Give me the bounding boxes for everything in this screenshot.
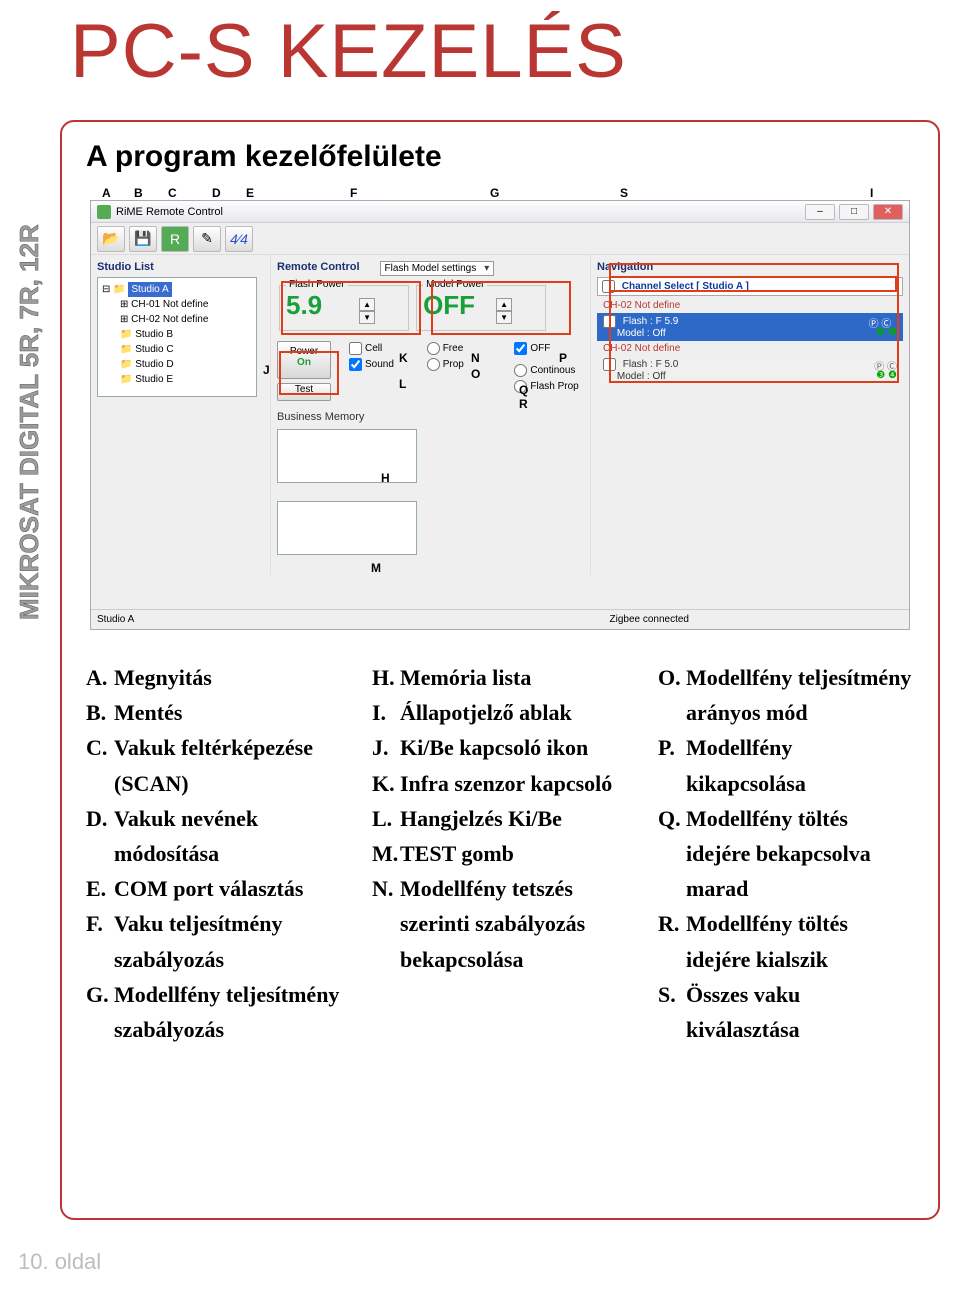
test-button[interactable]: Test <box>277 383 331 401</box>
window-minimize-button[interactable]: – <box>805 204 835 220</box>
channel-select-header[interactable]: Channel Select [ Studio A ] <box>597 277 903 296</box>
annot-O-letter: O <box>471 367 480 381</box>
sound-checkbox[interactable] <box>349 358 362 371</box>
business-memory-box[interactable] <box>277 429 417 483</box>
annot-H-letter: H <box>381 471 390 485</box>
annot-E: E <box>246 186 254 200</box>
studio-a-item[interactable]: Studio A <box>128 282 171 297</box>
annot-D: D <box>212 186 221 200</box>
nav-row-selected[interactable]: Flash : F 5.9 Model : Off Ⓟ Ⓒ ❸ ❹ <box>597 313 903 341</box>
annot-R-letter: R <box>519 397 528 411</box>
nav-row4-checkbox[interactable] <box>603 358 616 371</box>
window-title: RiME Remote Control <box>116 206 805 218</box>
off-label: OFF <box>530 343 550 354</box>
flash-model-settings-dd[interactable]: Flash Model settings <box>380 261 495 276</box>
navigation-panel: Navigation Channel Select [ Studio A ] C… <box>591 255 909 575</box>
annot-M-letter: M <box>371 561 381 575</box>
remote-control-panel: Remote Control Flash Model settings Flas… <box>271 255 591 575</box>
power-button[interactable]: PowerOn <box>277 341 331 379</box>
business-memory-label: Business Memory <box>277 411 584 423</box>
studio-c[interactable]: Studio C <box>102 342 252 357</box>
studio-tree[interactable]: ⊟ 📁 Studio A ⊞ CH-01 Not define ⊞ CH-02 … <box>97 277 257 397</box>
side-model-label: MIKROSAT DIGITAL 5R, 7R, 12R <box>14 224 45 620</box>
annot-Q-letter: Q <box>519 383 528 397</box>
window-titlebar: RiME Remote Control – □ ✕ <box>91 201 909 223</box>
model-power-label: Model Power <box>423 279 487 290</box>
content-frame: A program kezelőfelülete A B C D E F G S… <box>60 120 940 1220</box>
save-button[interactable]: 💾 <box>129 226 157 252</box>
studio-e[interactable]: Studio E <box>102 372 252 387</box>
subtitle: A program kezelőfelülete <box>86 140 914 174</box>
flash-power-value: 5.9 <box>286 290 356 321</box>
nav-row-1[interactable]: CH-02 Not define <box>597 298 903 313</box>
cell-label: Cell <box>365 343 382 354</box>
continous-radio[interactable] <box>514 364 527 377</box>
nav-row-checkbox[interactable] <box>603 315 616 328</box>
statusbar: Studio A Zigbee connected <box>91 609 909 629</box>
prop-label: Prop <box>443 359 464 370</box>
cell-checkbox[interactable] <box>349 342 362 355</box>
status-studio: Studio A <box>91 614 271 625</box>
annot-G: G <box>490 186 499 200</box>
flash-power-label: Flash Power <box>286 279 348 290</box>
legend-col-3: O.Modellfény teljesítmény arányos mód P.… <box>658 660 914 1047</box>
page-number: 10. oldal <box>18 1249 101 1275</box>
window-close-button[interactable]: ✕ <box>873 204 903 220</box>
select-all-checkbox[interactable] <box>602 280 615 293</box>
legend-col-2: H.Memória lista I.Állapotjelző ablak J.K… <box>372 660 628 1047</box>
free-label: Free <box>443 343 464 354</box>
scan-button[interactable]: R <box>161 226 189 252</box>
model-power-value: OFF <box>423 290 493 321</box>
studio-d[interactable]: Studio D <box>102 357 252 372</box>
legend-col-1: A.Megnyitás B.Mentés C.Vakuk feltérképez… <box>86 660 342 1047</box>
annot-J-letter: J <box>263 363 270 377</box>
sound-label: Sound <box>365 359 394 370</box>
business-memory-box-2[interactable] <box>277 501 417 555</box>
continous-label: Continous <box>530 365 575 376</box>
remote-control-label: Remote Control <box>277 261 360 273</box>
annot-I: I <box>870 186 873 200</box>
open-button[interactable]: 📂 <box>97 226 125 252</box>
status-connection: Zigbee connected <box>609 614 909 625</box>
annot-C: C <box>168 186 177 200</box>
studio-list-panel: Studio List ⊟ 📁 Studio A ⊞ CH-01 Not def… <box>91 255 271 575</box>
prop-radio[interactable] <box>427 358 440 371</box>
page-title: PC-S KEZELÉS <box>70 8 627 95</box>
studio-ch01[interactable]: CH-01 Not define <box>131 299 208 310</box>
free-radio[interactable] <box>427 342 440 355</box>
annot-P-letter: P <box>559 351 567 365</box>
annot-A: A <box>102 186 111 200</box>
legend: A.Megnyitás B.Mentés C.Vakuk feltérképez… <box>86 660 914 1047</box>
studio-list-label: Studio List <box>97 261 264 273</box>
navigation-label: Navigation <box>597 261 903 273</box>
nav-row-4[interactable]: Flash : F 5.0 Model : Off Ⓟ Ⓒ ❸ ❹ <box>597 356 903 384</box>
annot-N-letter: N <box>471 351 480 365</box>
off-checkbox[interactable] <box>514 342 527 355</box>
flashprop-label: Flash Prop <box>530 381 578 392</box>
studio-b[interactable]: Studio B <box>102 327 252 342</box>
rename-button[interactable]: ✎ <box>193 226 221 252</box>
model-power-stepper[interactable]: ▲▼ <box>496 298 512 324</box>
annot-L-letter: L <box>399 377 406 391</box>
nav-row-3[interactable]: CH-02 Not define <box>597 341 903 356</box>
toolbar: 📂 💾 R ✎ 4⁄4 <box>91 223 909 255</box>
app-window: RiME Remote Control – □ ✕ 📂 💾 R ✎ 4⁄4 St… <box>90 200 910 630</box>
comport-button[interactable]: 4⁄4 <box>225 226 253 252</box>
annot-S: S <box>620 186 628 200</box>
window-maximize-button[interactable]: □ <box>839 204 869 220</box>
app-icon <box>97 205 111 219</box>
flash-power-stepper[interactable]: ▲▼ <box>359 298 375 324</box>
annot-K-letter: K <box>399 351 408 365</box>
studio-ch02[interactable]: CH-02 Not define <box>131 314 208 325</box>
annot-B: B <box>134 186 143 200</box>
annot-F: F <box>350 186 357 200</box>
